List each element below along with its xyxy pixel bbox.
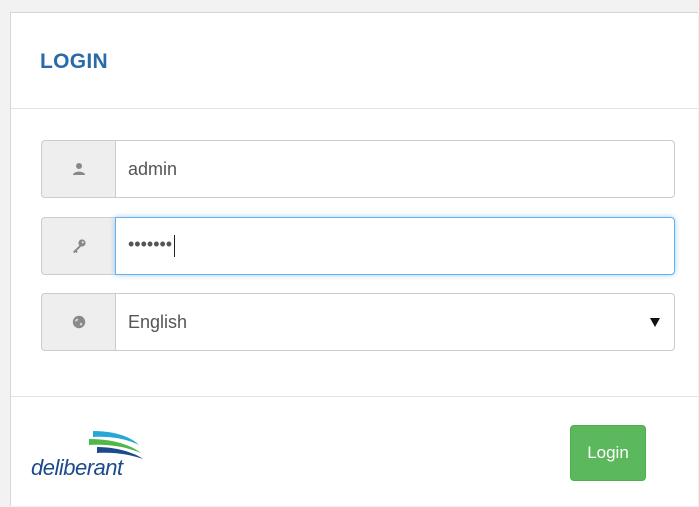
chevron-down-icon	[650, 317, 660, 327]
key-icon	[72, 239, 86, 254]
username-row: admin	[41, 140, 675, 198]
language-selected-value: English	[128, 311, 188, 332]
page-title: LOGIN	[40, 50, 108, 73]
username-value: admin	[128, 158, 178, 179]
language-addon	[41, 293, 115, 351]
text-caret	[174, 235, 176, 257]
password-masked-value: •••••••	[128, 233, 173, 254]
password-addon	[41, 217, 115, 275]
panel-header: LOGIN	[11, 13, 698, 109]
login-panel: LOGIN admin ••••••• English deliberant L…	[10, 12, 698, 506]
globe-icon	[72, 315, 85, 329]
brand-name: deliberant	[31, 455, 123, 480]
password-row: •••••••	[41, 217, 675, 275]
brand-logo: deliberant	[31, 427, 171, 487]
user-icon	[72, 163, 85, 175]
login-button[interactable]: Login	[570, 425, 646, 481]
password-input[interactable]: •••••••	[115, 217, 675, 275]
panel-footer: deliberant Login	[11, 396, 698, 507]
language-row: English	[41, 293, 675, 351]
language-select[interactable]: English	[115, 293, 675, 351]
username-addon	[41, 140, 115, 198]
username-input[interactable]: admin	[115, 140, 675, 198]
